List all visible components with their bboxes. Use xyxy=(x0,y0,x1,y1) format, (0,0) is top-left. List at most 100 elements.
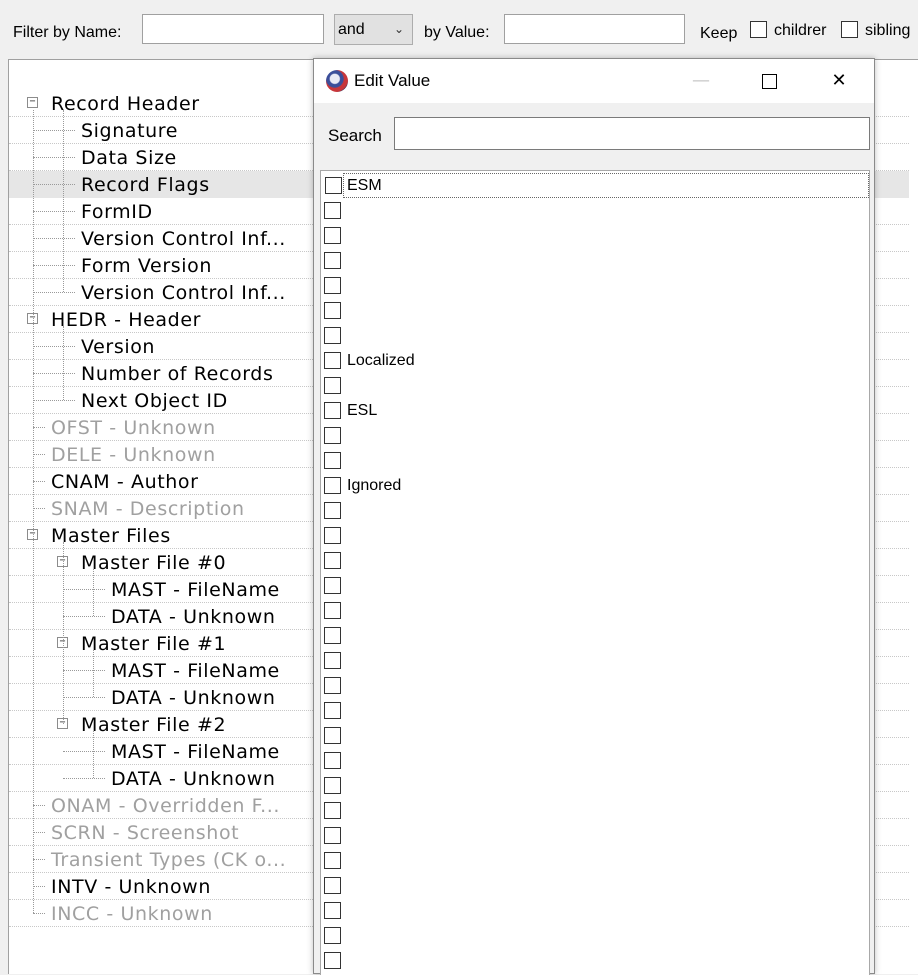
flag-checkbox[interactable] xyxy=(324,252,341,269)
flag-item[interactable] xyxy=(321,923,869,948)
edit-value-dialog: Edit Value — ✕ Search ESM Localized ESL Ign… xyxy=(313,58,875,975)
flag-checkbox[interactable] xyxy=(324,777,341,794)
flag-checklist[interactable]: ESM Localized ESL Ignored xyxy=(320,170,870,975)
flag-item[interactable] xyxy=(321,873,869,898)
tree-connector xyxy=(33,157,75,158)
flag-checkbox[interactable] xyxy=(324,602,341,619)
tree-connector xyxy=(33,454,45,455)
tree-connector xyxy=(33,832,45,833)
flag-checkbox[interactable] xyxy=(324,877,341,894)
flag-checkbox[interactable] xyxy=(324,827,341,844)
flag-checkbox[interactable] xyxy=(324,427,341,444)
maximize-button[interactable] xyxy=(746,59,792,103)
flag-item[interactable] xyxy=(321,573,869,598)
tree-row-label: SNAM - Description xyxy=(51,498,245,520)
flag-item[interactable] xyxy=(321,273,869,298)
flag-checkbox[interactable] xyxy=(324,902,341,919)
filter-operator-select[interactable]: and ⌄ xyxy=(334,14,413,45)
tree-row-label: Version Control Inf... xyxy=(81,282,286,304)
flag-item[interactable]: Ignored xyxy=(321,473,869,498)
flag-checkbox[interactable] xyxy=(324,202,341,219)
flag-item[interactable] xyxy=(321,423,869,448)
flag-item[interactable] xyxy=(321,323,869,348)
flag-checkbox[interactable] xyxy=(324,652,341,669)
flag-checkbox[interactable] xyxy=(324,502,341,519)
search-input[interactable] xyxy=(394,117,870,150)
flag-checkbox[interactable] xyxy=(324,727,341,744)
flag-item[interactable] xyxy=(321,648,869,673)
flag-checkbox[interactable] xyxy=(324,627,341,644)
filter-value-input[interactable] xyxy=(504,14,685,44)
tree-connector xyxy=(63,778,105,779)
flag-item[interactable] xyxy=(321,223,869,248)
flag-item[interactable] xyxy=(321,948,869,973)
tree-connector xyxy=(63,326,64,400)
keep-children-checkbox[interactable] xyxy=(750,21,767,38)
flag-checkbox[interactable] xyxy=(324,327,341,344)
flag-item[interactable] xyxy=(321,548,869,573)
tree-connector xyxy=(33,110,34,913)
tree-row-label: INTV - Unknown xyxy=(51,876,211,898)
flag-item[interactable] xyxy=(321,198,869,223)
flag-checkbox[interactable] xyxy=(324,302,341,319)
flag-item[interactable] xyxy=(321,373,869,398)
flag-checkbox[interactable] xyxy=(324,927,341,944)
flag-item[interactable] xyxy=(321,898,869,923)
flag-item[interactable] xyxy=(321,248,869,273)
flag-item[interactable] xyxy=(321,623,869,648)
flag-item[interactable] xyxy=(321,498,869,523)
flag-item[interactable]: Localized xyxy=(321,348,869,373)
flag-checkbox[interactable] xyxy=(324,852,341,869)
keep-label: Keep xyxy=(700,25,738,42)
tree-connector xyxy=(63,616,105,617)
flag-checkbox[interactable] xyxy=(325,177,342,194)
minimize-button[interactable]: — xyxy=(678,59,724,103)
tree-connector xyxy=(33,265,75,266)
tree-row-label: HEDR - Header xyxy=(51,309,202,331)
flag-checkbox[interactable] xyxy=(324,477,341,494)
flag-item[interactable] xyxy=(321,748,869,773)
flag-item[interactable]: ESL xyxy=(321,398,869,423)
dialog-title: Edit Value xyxy=(354,71,431,90)
flag-item[interactable] xyxy=(321,798,869,823)
tree-row-label: DATA - Unknown xyxy=(111,606,276,628)
tree-row-label: DELE - Unknown xyxy=(51,444,216,466)
tree-connector xyxy=(63,589,105,590)
flag-checkbox[interactable] xyxy=(324,577,341,594)
flag-item[interactable] xyxy=(321,773,869,798)
flag-checkbox[interactable] xyxy=(324,752,341,769)
flag-checkbox[interactable] xyxy=(324,452,341,469)
flag-item[interactable] xyxy=(321,723,869,748)
flag-checkbox[interactable] xyxy=(324,802,341,819)
flag-checkbox[interactable] xyxy=(324,227,341,244)
flag-item[interactable] xyxy=(321,848,869,873)
flag-checkbox[interactable] xyxy=(324,277,341,294)
flag-checkbox[interactable] xyxy=(324,352,341,369)
filter-name-input[interactable] xyxy=(142,14,324,44)
flag-item[interactable]: ESM xyxy=(325,173,869,198)
flag-label: Localized xyxy=(347,352,415,369)
flag-checkbox[interactable] xyxy=(324,527,341,544)
flag-item[interactable] xyxy=(321,523,869,548)
close-button[interactable]: ✕ xyxy=(816,59,862,103)
tree-row-label: Master File #0 xyxy=(81,552,227,574)
flag-label: ESL xyxy=(347,402,378,419)
keep-siblings-checkbox[interactable] xyxy=(841,21,858,38)
flag-checkbox[interactable] xyxy=(324,377,341,394)
dialog-titlebar[interactable]: Edit Value — ✕ xyxy=(314,59,874,103)
collapse-icon[interactable]: − xyxy=(27,97,38,108)
flag-item[interactable] xyxy=(321,448,869,473)
flag-checkbox[interactable] xyxy=(324,552,341,569)
tree-connector xyxy=(33,508,45,509)
flag-item[interactable] xyxy=(321,698,869,723)
flag-item[interactable] xyxy=(321,598,869,623)
flag-item[interactable] xyxy=(321,298,869,323)
flag-checkbox[interactable] xyxy=(324,952,341,969)
flag-checkbox[interactable] xyxy=(324,702,341,719)
tree-row-label: Form Version xyxy=(81,255,212,277)
flag-checkbox[interactable] xyxy=(324,677,341,694)
flag-checkbox[interactable] xyxy=(324,402,341,419)
flag-label: ESM xyxy=(347,177,382,194)
flag-item[interactable] xyxy=(321,673,869,698)
flag-item[interactable] xyxy=(321,823,869,848)
